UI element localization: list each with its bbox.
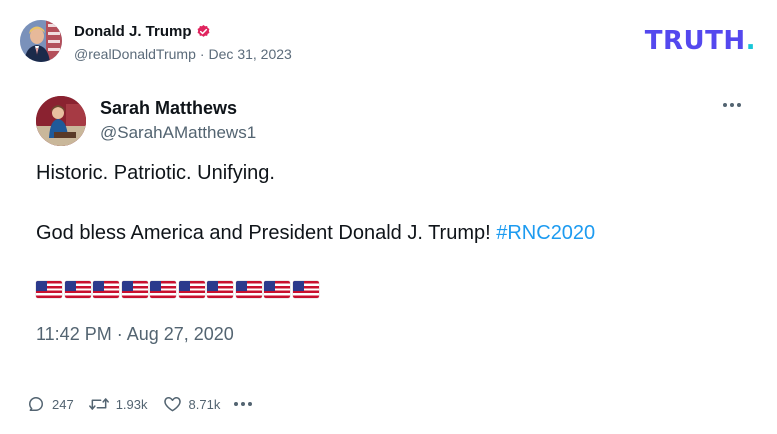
retweet-button[interactable]: 1.93k [88, 394, 148, 414]
quoted-author-avatar[interactable] [36, 96, 86, 146]
author-name[interactable]: Donald J. Trump [74, 23, 192, 40]
quoted-avatar-image [36, 96, 86, 146]
tweet-action-bar: 247 1.93k 8.71k [26, 394, 266, 414]
more-dot [730, 103, 734, 107]
us-flag-emoji: 🇺🇸 [121, 281, 148, 298]
reply-button[interactable]: 247 [26, 394, 74, 414]
us-flag-emoji: 🇺🇸 [264, 281, 290, 298]
ellipsis-dot [234, 402, 239, 406]
post-header: Donald J. Trump @realDonaldTrump · Dec 31,… [20, 20, 292, 62]
author-handle[interactable]: @realDonaldTrump [74, 46, 196, 62]
heart-icon [163, 397, 181, 412]
tweet-line-2: God bless America and President Donald J… [36, 218, 741, 248]
ellipsis-dot [241, 402, 246, 406]
quoted-author-block: Sarah Matthews @SarahAMatthews1 [100, 96, 256, 143]
like-count: 8.71k [188, 396, 221, 412]
retweet-icon [88, 398, 109, 410]
author-avatar-image [20, 20, 62, 62]
author-avatar[interactable] [20, 20, 62, 62]
more-dot [723, 103, 727, 107]
quoted-tweet-header: Sarah Matthews @SarahAMatthews1 [36, 96, 741, 146]
us-flag-emoji: 🇺🇸 [36, 281, 62, 298]
author-name-row: Donald J. Trump [74, 21, 292, 43]
us-flag-emoji: 🇺🇸 [93, 281, 119, 298]
more-actions-button[interactable] [234, 395, 253, 413]
tweet-timestamp[interactable]: 11:42 PM · Aug 27, 2020 [36, 324, 741, 345]
us-flag-emoji: 🇺🇸 [235, 281, 262, 298]
hashtag-link[interactable]: #RNC2020 [496, 222, 595, 244]
tweet-line-2-text: God bless America and President Donald J… [36, 222, 497, 244]
quoted-tweet-body: Historic. Patriotic. Unifying. God bless… [36, 158, 741, 248]
us-flag-emoji: 🇺🇸 [178, 281, 205, 298]
us-flag-emoji: 🇺🇸 [207, 281, 233, 298]
verified-badge-icon [196, 24, 211, 39]
more-options-icon[interactable] [723, 102, 741, 108]
quoted-author-handle[interactable]: @SarahAMatthews1 [100, 123, 256, 143]
us-flag-emoji: 🇺🇸 [292, 281, 319, 298]
ellipsis-dot [248, 402, 253, 406]
us-flag-emoji: 🇺🇸 [150, 281, 176, 298]
post-meta: @realDonaldTrump · Dec 31, 2023 [74, 46, 292, 62]
retweet-count: 1.93k [115, 396, 148, 412]
like-button[interactable]: 8.71k [162, 394, 221, 414]
logo-text: TRUTH [644, 26, 746, 56]
speech-bubble-icon [28, 397, 43, 411]
flag-emoji-row: 🇺🇸🇺🇸🇺🇸🇺🇸🇺🇸🇺🇸🇺🇸🇺🇸🇺🇸🇺🇸 [36, 281, 741, 298]
reply-count: 247 [52, 396, 74, 412]
post-date[interactable]: Dec 31, 2023 [209, 46, 292, 62]
truth-social-logo: TRUTH. [645, 28, 756, 54]
us-flag-emoji: 🇺🇸 [64, 281, 91, 298]
quoted-author-name[interactable]: Sarah Matthews [100, 98, 256, 119]
logo-dot: . [745, 26, 756, 56]
author-block: Donald J. Trump @realDonaldTrump · Dec 31,… [74, 21, 292, 62]
more-dot [737, 103, 741, 107]
tweet-line-1: Historic. Patriotic. Unifying. [36, 162, 275, 184]
meta-separator: · [199, 45, 205, 62]
ellipsis-icon [234, 395, 253, 413]
quoted-tweet[interactable]: Sarah Matthews @SarahAMatthews1 Historic… [36, 96, 741, 345]
